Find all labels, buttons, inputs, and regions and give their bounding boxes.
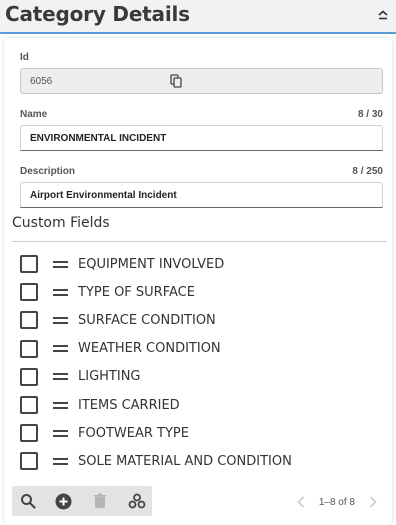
pagination: 1–8 of 8: [294, 494, 380, 510]
description-value: Airport Environmental Incident: [30, 190, 177, 201]
custom-field-checkbox[interactable]: [20, 311, 38, 330]
drag-handle-icon[interactable]: [53, 316, 68, 324]
drag-handle-icon[interactable]: [53, 345, 68, 353]
custom-field-label: SURFACE CONDITION: [78, 312, 216, 328]
panel-header: Category Details: [0, 0, 396, 34]
search-icon: [21, 494, 36, 509]
trash-icon: [94, 493, 106, 508]
add-button[interactable]: [53, 491, 73, 511]
id-label: Id: [20, 52, 29, 63]
custom-field-checkbox[interactable]: [20, 255, 38, 274]
custom-field-label: TYPE OF SURFACE: [78, 284, 195, 300]
next-page-button[interactable]: [366, 495, 380, 509]
settings-button[interactable]: [127, 491, 147, 511]
custom-field-label: EQUIPMENT INVOLVED: [78, 256, 225, 272]
drag-handle-icon[interactable]: [53, 288, 68, 296]
settings-icon: [128, 493, 146, 509]
custom-field-checkbox[interactable]: [20, 367, 38, 386]
custom-fields-title: Custom Fields: [12, 215, 110, 231]
custom-field-label: WEATHER CONDITION: [78, 341, 221, 357]
id-field: 6056: [20, 68, 383, 94]
name-char-counter: 8 / 30: [357, 109, 383, 120]
custom-field-checkbox[interactable]: [20, 339, 38, 358]
page-title: Category Details: [5, 2, 190, 26]
name-value: ENVIRONMENTAL INCIDENT: [30, 133, 167, 144]
drag-handle-icon[interactable]: [53, 373, 68, 381]
chevron-up-icon: [378, 10, 388, 20]
chevron-right-icon: [369, 496, 377, 508]
list-toolbar: [12, 486, 152, 516]
description-input[interactable]: Airport Environmental Incident: [20, 182, 383, 208]
list-item: TYPE OF SURFACE: [20, 278, 380, 306]
list-item: EQUIPMENT INVOLVED: [20, 250, 380, 278]
custom-field-label: LIGHTING: [78, 369, 141, 385]
custom-field-checkbox[interactable]: [20, 396, 38, 415]
drag-handle-icon[interactable]: [53, 260, 68, 268]
pagination-text: 1–8 of 8: [318, 496, 355, 508]
custom-field-label: ITEMS CARRIED: [78, 397, 180, 413]
custom-field-label: SOLE MATERIAL AND CONDITION: [78, 453, 292, 469]
name-input[interactable]: ENVIRONMENTAL INCIDENT: [20, 125, 383, 151]
custom-field-checkbox[interactable]: [20, 452, 38, 471]
name-label: Name: [20, 109, 48, 120]
drag-handle-icon[interactable]: [53, 429, 68, 437]
list-item: SURFACE CONDITION: [20, 306, 380, 334]
chevron-left-icon: [297, 496, 304, 508]
search-button[interactable]: [18, 491, 38, 511]
id-value: 6056: [30, 76, 53, 87]
description-char-counter: 8 / 250: [352, 166, 383, 177]
delete-button[interactable]: [90, 491, 110, 511]
collapse-button[interactable]: [374, 6, 392, 24]
section-divider: [12, 241, 387, 242]
drag-handle-icon[interactable]: [53, 401, 68, 409]
custom-fields-list: EQUIPMENT INVOLVED TYPE OF SURFACE SURFA…: [20, 250, 380, 476]
drag-handle-icon[interactable]: [53, 457, 68, 465]
list-item: FOOTWEAR TYPE: [20, 419, 380, 447]
add-circle-icon: [55, 493, 71, 509]
list-item: ITEMS CARRIED: [20, 391, 380, 419]
custom-field-checkbox[interactable]: [20, 424, 38, 443]
custom-field-checkbox[interactable]: [20, 283, 38, 302]
custom-field-label: FOOTWEAR TYPE: [78, 425, 189, 441]
list-item: WEATHER CONDITION: [20, 335, 380, 363]
list-item: SOLE MATERIAL AND CONDITION: [20, 447, 380, 475]
prev-page-button[interactable]: [294, 495, 308, 509]
description-label: Description: [20, 166, 76, 177]
copy-icon[interactable]: [170, 74, 182, 88]
list-item: LIGHTING: [20, 363, 380, 391]
